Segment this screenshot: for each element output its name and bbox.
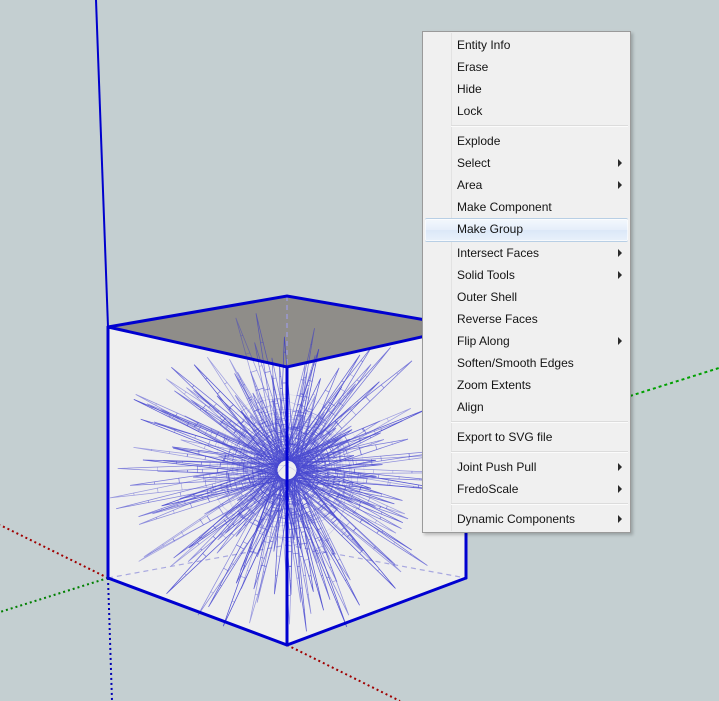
menu-item-align[interactable]: Align [423, 396, 630, 418]
menu-separator [451, 451, 628, 453]
starburst-rung [313, 364, 316, 366]
starburst-rung [151, 407, 153, 409]
menu-item-label: Export to SVG file [457, 430, 553, 444]
menu-item-label: Explode [457, 134, 501, 148]
menu-item-joint-push-pull[interactable]: Joint Push Pull [423, 456, 630, 478]
starburst-rung [370, 442, 372, 445]
menu-item-solid-tools[interactable]: Solid Tools [423, 264, 630, 286]
menu-item-label: Dynamic Components [457, 512, 576, 526]
menu-item-entity-info[interactable]: Entity Info [423, 34, 630, 56]
submenu-arrow-icon [618, 249, 622, 257]
starburst-rung [197, 422, 199, 424]
starburst-rung [303, 377, 307, 379]
menu-item-explode[interactable]: Explode [423, 130, 630, 152]
menu-item-label: Area [457, 178, 483, 192]
starburst-rung [396, 540, 398, 542]
menu-item-label: Make Component [457, 200, 552, 214]
menu-item-label: Intersect Faces [457, 246, 540, 260]
menu-item-hide[interactable]: Hide [423, 78, 630, 100]
starburst-rung [294, 544, 298, 546]
starburst-rung [369, 495, 371, 498]
starburst-rung [308, 575, 312, 577]
menu-item-select[interactable]: Select [423, 152, 630, 174]
menu-item-label: Outer Shell [457, 290, 518, 304]
starburst-rung [260, 342, 264, 344]
menu-item-label: Hide [457, 82, 482, 96]
menu-item-label: FredoScale [457, 482, 519, 496]
starburst-rung [186, 453, 188, 457]
menu-item-label: Soften/Smooth Edges [457, 356, 574, 370]
menu-item-erase[interactable]: Erase [423, 56, 630, 78]
submenu-arrow-icon [618, 181, 622, 189]
menu-item-label: Erase [457, 60, 489, 74]
menu-item-label: Flip Along [457, 334, 510, 348]
submenu-arrow-icon [618, 515, 622, 523]
submenu-arrow-icon [618, 337, 622, 345]
menu-item-zoom-extents[interactable]: Zoom Extents [423, 374, 630, 396]
menu-item-make-group[interactable]: Make Group [425, 218, 628, 242]
menu-item-outer-shell[interactable]: Outer Shell [423, 286, 630, 308]
menu-item-fredoscale[interactable]: FredoScale [423, 478, 630, 500]
menu-item-intersect-faces[interactable]: Intersect Faces [423, 242, 630, 264]
menu-item-label: Select [457, 156, 491, 170]
menu-separator [451, 125, 628, 127]
starburst-rung [361, 485, 363, 488]
menu-item-label: Reverse Faces [457, 312, 538, 326]
submenu-arrow-icon [618, 485, 622, 493]
menu-item-reverse-faces[interactable]: Reverse Faces [423, 308, 630, 330]
menu-item-export-to-svg-file[interactable]: Export to SVG file [423, 426, 630, 448]
starburst-rung [299, 555, 303, 558]
menu-item-soften-smooth-edges[interactable]: Soften/Smooth Edges [423, 352, 630, 374]
starburst-rung [355, 460, 357, 465]
menu-item-label: Make Group [457, 222, 524, 236]
menu-item-area[interactable]: Area [423, 174, 630, 196]
submenu-arrow-icon [618, 463, 622, 471]
menu-item-dynamic-components[interactable]: Dynamic Components [423, 508, 630, 530]
menu-item-label: Solid Tools [457, 268, 515, 282]
menu-item-label: Entity Info [457, 38, 511, 52]
starburst-rung [337, 470, 339, 477]
right-click-context-menu[interactable]: Entity Info Erase Hide Lock Explode Select Are… [422, 31, 631, 533]
starburst-rung [240, 385, 243, 387]
menu-item-flip-along[interactable]: Flip Along [423, 330, 630, 352]
starburst-rung [410, 553, 412, 555]
starburst-rung [263, 536, 265, 539]
starburst-rung [274, 403, 279, 405]
menu-item-lock[interactable]: Lock [423, 100, 630, 122]
menu-item-label: Align [457, 400, 484, 414]
submenu-arrow-icon [618, 159, 622, 167]
starburst-rung [147, 500, 149, 503]
submenu-arrow-icon [618, 271, 622, 279]
menu-item-label: Lock [457, 104, 483, 118]
menu-item-label: Zoom Extents [457, 378, 532, 392]
menu-separator [451, 421, 628, 423]
starburst-rung [366, 478, 368, 483]
menu-item-label: Joint Push Pull [457, 460, 537, 474]
menu-separator [451, 503, 628, 505]
menu-item-make-component[interactable]: Make Component [423, 196, 630, 218]
starburst-rung [321, 575, 323, 577]
